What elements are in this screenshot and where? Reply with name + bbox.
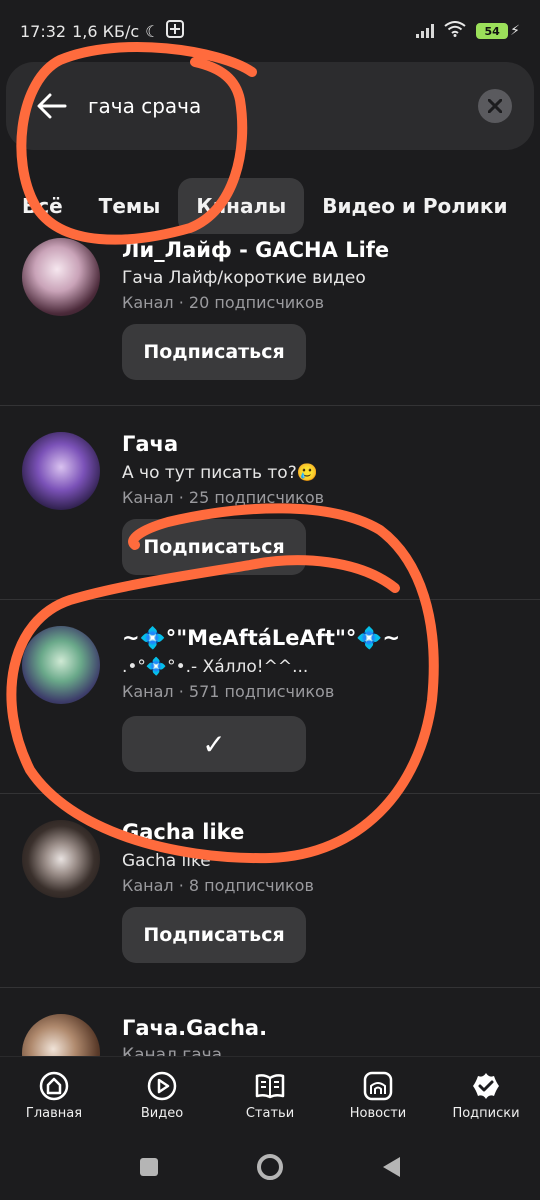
channel-card[interactable]: Гача А чо тут писать то?🥲 Канал · 25 под…	[0, 406, 540, 600]
subscriptions-icon	[473, 1073, 499, 1099]
channel-description: А чо тут писать то?🥲	[122, 463, 318, 483]
channel-meta: Канал · 571 подписчиков	[122, 682, 335, 701]
subscribe-button[interactable]: Подписаться	[122, 324, 306, 380]
channel-card[interactable]: Гача.Gacha. Канал гача	[0, 988, 540, 1056]
tab-all[interactable]: Всё	[0, 178, 81, 234]
channel-avatar	[22, 820, 100, 898]
tab-channels[interactable]: Каналы	[178, 178, 305, 234]
system-navigation	[0, 1134, 540, 1200]
close-icon	[488, 99, 502, 113]
nav-news[interactable]: Новости	[328, 1070, 428, 1121]
back-arrow-icon[interactable]	[36, 90, 68, 122]
filter-tabs: Всё Темы Каналы Видео и Ролики	[0, 176, 540, 236]
recent-apps-icon[interactable]	[138, 1156, 160, 1178]
charging-icon: ⚡	[510, 23, 520, 39]
nav-home[interactable]: Главная	[4, 1070, 104, 1121]
status-bar: 17:32 1,6 КБ/с ☾ 54 ⚡	[0, 0, 540, 62]
channel-description: .•°💠°•.- Xáлло!^^...	[122, 657, 309, 677]
bottom-navigation: Главная Видео Статьи Новости Подписки	[0, 1056, 540, 1134]
home-icon	[39, 1071, 69, 1101]
channel-meta: Канал · 20 подписчиков	[122, 293, 325, 312]
channel-name[interactable]: Gacha like	[122, 820, 244, 844]
subscribed-check-button[interactable]: ✓	[122, 716, 306, 772]
channel-meta: Канал · 8 подписчиков	[122, 876, 314, 895]
clear-search-button[interactable]	[478, 89, 512, 123]
home-button-icon[interactable]	[256, 1153, 284, 1181]
status-time: 17:32	[20, 21, 67, 41]
subscribe-button[interactable]: Подписаться	[122, 519, 306, 575]
search-bar[interactable]: гача срача	[6, 62, 534, 150]
battery-level: 54	[476, 23, 509, 39]
channel-description: Gacha like	[122, 851, 211, 871]
tab-videos[interactable]: Видео и Ролики	[304, 178, 525, 234]
nav-subscriptions-label: Подписки	[452, 1106, 520, 1121]
channel-avatar	[22, 238, 100, 316]
channel-name[interactable]: Гача	[122, 432, 178, 456]
nav-video[interactable]: Видео	[112, 1070, 212, 1121]
channel-description: Гача Лайф/короткие видео	[122, 268, 366, 288]
channel-meta: Канал · 25 подписчиков	[122, 488, 325, 507]
channel-list: Ли_Лайф - GACHA Life Гача Лайф/короткие …	[0, 236, 540, 1056]
nav-articles-label: Статьи	[245, 1106, 295, 1121]
channel-name[interactable]: Ли_Лайф - GACHA Life	[122, 238, 389, 262]
nav-subscriptions[interactable]: Подписки	[436, 1070, 536, 1121]
signal-icon	[416, 24, 435, 38]
moon-icon: ☾	[145, 21, 160, 41]
app-notification-icon	[165, 20, 184, 42]
nav-news-label: Новости	[349, 1106, 407, 1121]
wifi-icon	[444, 21, 466, 41]
channel-card[interactable]: Gacha like Gacha like Канал · 8 подписчи…	[0, 794, 540, 988]
back-icon[interactable]	[380, 1155, 402, 1179]
nav-articles[interactable]: Статьи	[220, 1070, 320, 1121]
battery-icon: 54 ⚡	[476, 23, 520, 39]
channel-description: Канал гача	[122, 1045, 223, 1056]
channel-avatar	[22, 1014, 100, 1056]
channel-name[interactable]: ~💠°"MeAftáLeAft"°💠~	[122, 626, 400, 651]
subscribe-button[interactable]: Подписаться	[122, 907, 306, 963]
channel-name[interactable]: Гача.Gacha.	[122, 1016, 267, 1040]
nav-video-label: Видео	[140, 1106, 184, 1121]
search-input[interactable]: гача срача	[88, 94, 201, 118]
channel-card[interactable]: ~💠°"MeAftáLeAft"°💠~ .•°💠°•.- Xáлло!^^...…	[0, 600, 540, 794]
status-speed: 1,6 КБ/с	[72, 21, 140, 41]
channel-avatar	[22, 432, 100, 510]
articles-icon	[255, 1074, 285, 1099]
nav-home-label: Главная	[25, 1106, 83, 1121]
tab-topics[interactable]: Темы	[81, 178, 179, 234]
channel-card[interactable]: Ли_Лайф - GACHA Life Гача Лайф/короткие …	[0, 236, 540, 406]
news-icon	[363, 1071, 393, 1101]
video-icon	[147, 1071, 177, 1101]
channel-avatar	[22, 626, 100, 704]
